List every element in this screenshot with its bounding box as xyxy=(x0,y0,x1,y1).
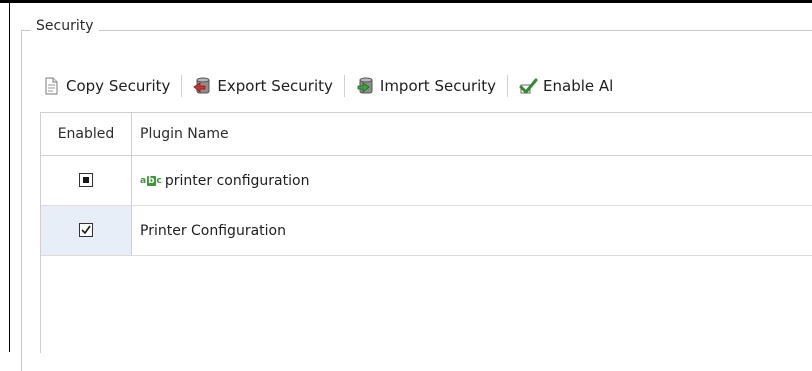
window-left-border xyxy=(9,3,10,352)
column-header-plugin-name[interactable]: Plugin Name xyxy=(140,113,229,155)
copy-security-label: Copy Security xyxy=(66,77,171,95)
plugin-name-text: Printer Configuration xyxy=(140,222,286,239)
toolbar-separator xyxy=(343,75,345,97)
checkmark-edit-icon xyxy=(517,75,539,97)
window-top-border xyxy=(0,0,812,3)
export-security-button[interactable]: Export Security xyxy=(191,75,333,97)
export-security-label: Export Security xyxy=(217,77,333,95)
table-row[interactable]: abc printer configuration xyxy=(41,156,812,206)
plugin-name-cell: Printer Configuration xyxy=(140,206,286,255)
column-header-enabled[interactable]: Enabled xyxy=(41,113,132,155)
enabled-checkbox[interactable] xyxy=(79,173,93,187)
copy-security-button[interactable]: Copy Security xyxy=(40,75,170,97)
enable-all-button[interactable]: Enable Al xyxy=(517,75,613,97)
toolbar-separator xyxy=(181,75,183,97)
import-security-label: Import Security xyxy=(379,77,497,95)
copy-document-icon xyxy=(40,75,62,97)
plugin-name-text: printer configuration xyxy=(164,172,310,189)
enabled-cell xyxy=(41,156,132,205)
groupbox-title: Security xyxy=(31,18,99,34)
enable-all-label: Enable Al xyxy=(543,77,614,95)
security-toolbar: Copy Security Export Security Import Sec… xyxy=(40,71,613,101)
import-security-button[interactable]: Import Security xyxy=(354,75,496,97)
table-row[interactable]: Printer Configuration xyxy=(41,206,812,256)
enabled-cell xyxy=(41,206,132,255)
export-db-icon xyxy=(191,75,213,97)
grid-header: Enabled Plugin Name xyxy=(41,113,812,156)
string-type-icon: abc xyxy=(140,175,162,186)
enabled-checkbox[interactable] xyxy=(79,223,93,237)
plugin-name-cell: abc printer configuration xyxy=(140,156,309,205)
import-db-icon xyxy=(354,75,376,97)
toolbar-separator xyxy=(507,75,509,97)
plugin-security-grid: Enabled Plugin Name abc printer configur… xyxy=(40,112,812,353)
